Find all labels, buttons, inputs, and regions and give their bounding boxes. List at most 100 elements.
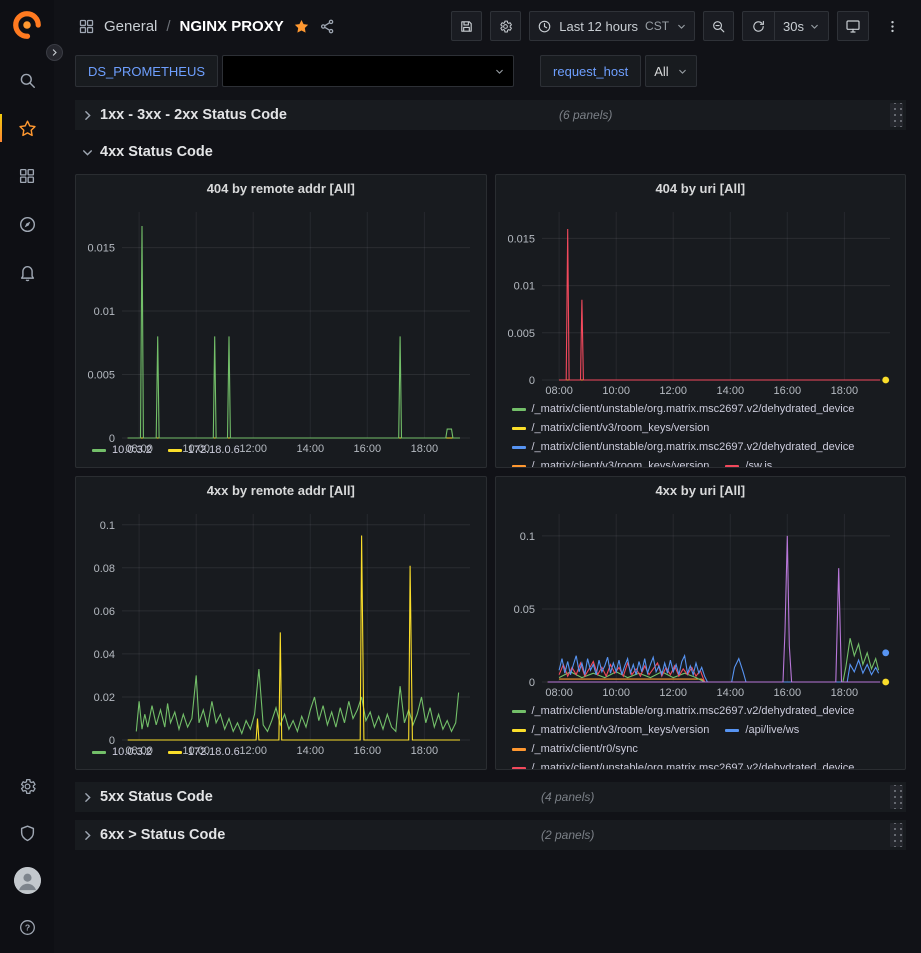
svg-text:0.02: 0.02 — [94, 692, 115, 704]
chart-4xx-by-remote-addr[interactable]: 08:0010:0012:0014:0016:0018:0000.020.040… — [76, 504, 486, 742]
zoom-out-icon — [711, 19, 726, 34]
chart-4xx-by-uri[interactable]: 08:0010:0012:0014:0016:0018:0000.050.1 — [496, 504, 906, 701]
legend-item[interactable]: 172.18.0.6 — [168, 744, 240, 761]
row-panel-count: (4 panels) — [541, 790, 594, 804]
svg-text:08:00: 08:00 — [545, 385, 573, 397]
grafana-app: ? General / NGINX PROXY — [0, 0, 921, 953]
row-title: 5xx Status Code — [100, 789, 213, 805]
dashboard-settings-button[interactable] — [490, 11, 521, 41]
legend-series-swatch — [512, 427, 526, 430]
svg-text:0: 0 — [528, 677, 534, 689]
sidebar-item-help[interactable]: ? — [0, 904, 54, 951]
refresh-icon — [751, 19, 766, 34]
kebab-menu-icon — [885, 19, 900, 34]
sidebar-expand-button[interactable] — [46, 44, 63, 61]
time-range-picker[interactable]: Last 12 hours CST — [529, 11, 695, 41]
sidebar-item-server-admin[interactable] — [0, 810, 54, 857]
legend-series-swatch — [512, 729, 526, 732]
svg-text:0.1: 0.1 — [519, 531, 534, 543]
panel-title[interactable]: 404 by uri [All] — [496, 175, 906, 202]
legend-item[interactable]: /_matrix/client/unstable/org.matrix.msc2… — [512, 760, 855, 769]
request-host-variable-label[interactable]: request_host — [540, 55, 641, 87]
legend-item[interactable]: /_matrix/client/v3/room_keys/version — [512, 420, 710, 437]
svg-text:0.1: 0.1 — [100, 520, 115, 532]
breadcrumb-separator: / — [166, 18, 170, 35]
row-5xx[interactable]: 5xx Status Code (4 panels) — [75, 782, 906, 812]
svg-text:10:00: 10:00 — [602, 687, 630, 699]
save-icon — [459, 19, 474, 34]
legend-series-label: 10.0.3.2 — [112, 744, 152, 761]
sidebar-bottom: ? — [0, 763, 54, 953]
legend-item[interactable]: 10.0.3.2 — [92, 442, 152, 459]
sidebar-item-explore[interactable] — [0, 200, 54, 248]
gear-icon — [498, 19, 513, 34]
chevron-right-icon — [81, 829, 94, 842]
grafana-logo-icon[interactable] — [12, 10, 42, 40]
main-area: General / NGINX PROXY — [54, 0, 921, 953]
row-1xx-3xx-2xx[interactable]: 1xx - 3xx - 2xx Status Code (6 panels) — [75, 100, 906, 130]
legend-item[interactable]: 172.18.0.6 — [168, 442, 240, 459]
row-4xx[interactable]: 4xx Status Code — [75, 138, 906, 166]
save-dashboard-button[interactable] — [451, 11, 482, 41]
legend-series-swatch — [168, 449, 182, 452]
legend-series-label: /_matrix/client/r0/sync — [532, 741, 638, 758]
sidebar-item-dashboards[interactable] — [0, 152, 54, 200]
svg-text:18:00: 18:00 — [830, 385, 858, 397]
timezone-label: CST — [645, 19, 669, 33]
legend-item[interactable]: /sw.js — [725, 458, 772, 467]
apps-grid-icon[interactable] — [78, 18, 95, 35]
legend-series-label: /_matrix/client/unstable/org.matrix.msc2… — [532, 439, 855, 456]
panel-legend: 10.0.3.2 172.18.0.6 — [76, 742, 486, 769]
row-drag-handle[interactable] — [890, 785, 903, 809]
legend-item[interactable]: /_matrix/client/v3/room_keys/version — [512, 722, 710, 739]
row-drag-handle[interactable] — [890, 823, 903, 847]
datasource-variable-label[interactable]: DS_PROMETHEUS — [75, 55, 218, 87]
chevron-right-icon — [81, 109, 94, 122]
panel-title[interactable]: 4xx by remote addr [All] — [76, 477, 486, 504]
legend-series-label: 172.18.0.6 — [188, 744, 240, 761]
chevron-right-icon — [81, 791, 94, 804]
favorite-star-icon[interactable] — [293, 18, 310, 35]
dashboard-title[interactable]: NGINX PROXY — [180, 18, 284, 35]
legend-item[interactable]: /api/live/ws — [725, 722, 799, 739]
legend-item[interactable]: /_matrix/client/unstable/org.matrix.msc2… — [512, 703, 855, 720]
svg-text:0.01: 0.01 — [513, 281, 534, 293]
datasource-variable-select[interactable] — [222, 55, 514, 87]
refresh-interval-dropdown[interactable]: 30s — [774, 12, 828, 40]
legend-series-label: /_matrix/client/v3/room_keys/version — [532, 420, 710, 437]
request-host-variable-select[interactable]: All — [645, 55, 696, 87]
refresh-button[interactable] — [743, 12, 774, 40]
row-drag-handle[interactable] — [890, 103, 903, 127]
legend-series-label: /_matrix/client/v3/room_keys/version — [532, 458, 710, 467]
legend-item[interactable]: /_matrix/client/unstable/org.matrix.msc2… — [512, 439, 855, 456]
panel-title[interactable]: 4xx by uri [All] — [496, 477, 906, 504]
svg-text:16:00: 16:00 — [773, 385, 801, 397]
legend-item[interactable]: 10.0.3.2 — [92, 744, 152, 761]
panel-4xx-by-uri: 4xx by uri [All] 08:0010:0012:0014:0016:… — [495, 476, 907, 770]
legend-item[interactable]: /_matrix/client/unstable/org.matrix.msc2… — [512, 401, 855, 418]
chart-404-by-uri[interactable]: 08:0010:0012:0014:0016:0018:0000.0050.01… — [496, 202, 906, 399]
sidebar-item-search[interactable] — [0, 56, 54, 104]
legend-series-swatch — [725, 465, 739, 467]
row-6xx[interactable]: 6xx > Status Code (2 panels) — [75, 820, 906, 850]
legend-item[interactable]: /_matrix/client/v3/room_keys/version — [512, 458, 710, 467]
chevron-down-icon — [676, 21, 687, 32]
sidebar-item-starred[interactable] — [0, 104, 54, 152]
more-options-button[interactable] — [877, 11, 907, 41]
legend-series-swatch — [512, 465, 526, 467]
share-icon[interactable] — [319, 18, 336, 35]
legend-item[interactable]: /_matrix/client/r0/sync — [512, 741, 638, 758]
sidebar-item-profile[interactable] — [0, 857, 54, 904]
tv-mode-button[interactable] — [837, 11, 869, 41]
row-title: 1xx - 3xx - 2xx Status Code — [100, 107, 287, 123]
legend-series-swatch — [512, 767, 526, 769]
legend-series-swatch — [512, 408, 526, 411]
sidebar-item-alerting[interactable] — [0, 248, 54, 296]
sidebar-item-configuration[interactable] — [0, 763, 54, 810]
chart-404-by-remote-addr[interactable]: 08:0010:0012:0014:0016:0018:0000.0050.01… — [76, 202, 486, 440]
help-icon: ? — [18, 918, 37, 937]
zoom-out-button[interactable] — [703, 11, 734, 41]
breadcrumb-folder[interactable]: General — [104, 18, 157, 35]
panel-title[interactable]: 404 by remote addr [All] — [76, 175, 486, 202]
sidebar-nav — [0, 56, 54, 296]
